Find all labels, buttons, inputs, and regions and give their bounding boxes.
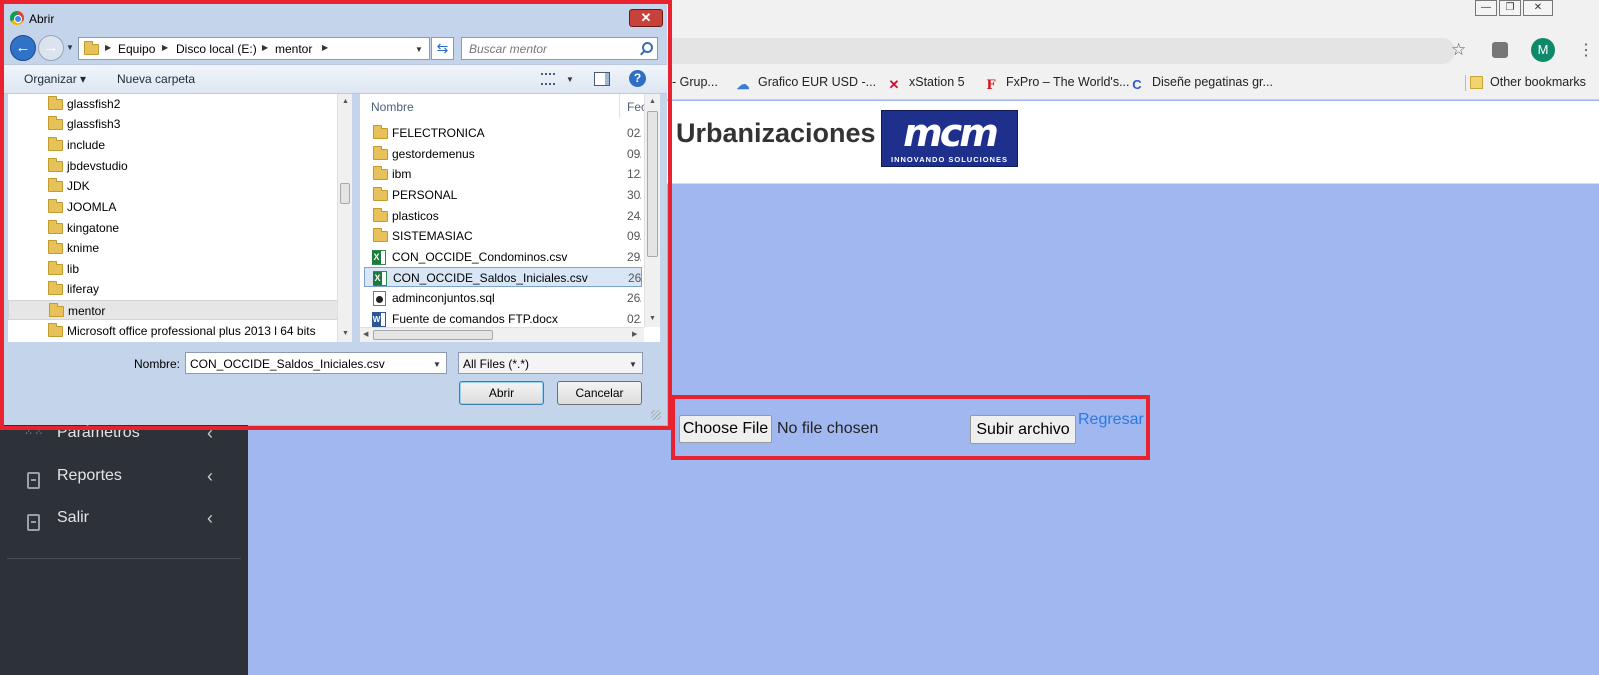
dialog-highlight-box bbox=[0, 0, 672, 430]
chevron-left-icon: ‹ bbox=[207, 466, 213, 486]
c-icon: C bbox=[1132, 77, 1142, 92]
other-bookmarks[interactable]: Other bookmarks bbox=[1470, 75, 1586, 89]
folder-icon bbox=[1470, 76, 1483, 89]
bookmark-label: FxPro – The World's... bbox=[1006, 75, 1130, 89]
document-icon bbox=[24, 510, 42, 531]
bookmark-label: - Grup... bbox=[672, 75, 718, 89]
company-logo: mcm INNOVANDO SOLUCIONES bbox=[881, 110, 1018, 167]
sidebar: ⁙⁙ Parámetros ‹ Reportes ‹ Salir ‹ bbox=[0, 423, 248, 675]
chevron-left-icon: ‹ bbox=[207, 508, 213, 528]
bookmark-star-icon[interactable]: ☆ bbox=[1451, 40, 1466, 60]
logo-tagline: INNOVANDO SOLUCIONES bbox=[891, 155, 1008, 164]
bookmark-label: xStation 5 bbox=[909, 75, 965, 89]
bookmark-grup[interactable]: - Grup... bbox=[672, 75, 718, 89]
file-status: No file chosen bbox=[777, 420, 879, 437]
upload-file-button[interactable]: Subir archivo bbox=[970, 415, 1076, 444]
f-icon: F bbox=[986, 78, 996, 93]
sidebar-divider bbox=[7, 558, 241, 559]
sidebar-item-label: Reportes bbox=[57, 467, 122, 484]
bookmark-disene-pegatinas[interactable]: C Diseñe pegatinas gr... bbox=[1129, 75, 1273, 93]
page-title: Urbanizaciones bbox=[676, 118, 876, 148]
back-link[interactable]: Regresar bbox=[1078, 411, 1144, 429]
window-close-button[interactable]: ✕ bbox=[1523, 0, 1553, 16]
menu-kebab-icon[interactable]: ⋮ bbox=[1578, 40, 1594, 60]
bookmark-label: Other bookmarks bbox=[1490, 75, 1586, 89]
minimize-button[interactable]: — bbox=[1475, 0, 1497, 16]
logo-mark: mcm bbox=[882, 113, 1017, 153]
choose-file-button[interactable]: Choose File bbox=[679, 415, 772, 443]
bookmark-label: Grafico EUR USD -... bbox=[758, 75, 877, 89]
bookmark-fxpro[interactable]: F FxPro – The World's... bbox=[983, 75, 1130, 94]
x-icon: ✕ bbox=[888, 77, 900, 92]
sidebar-item-reportes[interactable]: Reportes ‹ bbox=[24, 465, 224, 493]
cloud-icon: ☁ bbox=[736, 77, 750, 92]
bookmarks-separator bbox=[1465, 75, 1466, 91]
profile-avatar[interactable]: M bbox=[1531, 38, 1555, 62]
document-icon bbox=[24, 468, 42, 489]
bookmark-grafico-eur-usd[interactable]: ☁ Grafico EUR USD -... bbox=[735, 75, 877, 93]
bookmark-xstation[interactable]: ✕ xStation 5 bbox=[886, 75, 965, 93]
bookmark-label: Diseñe pegatinas gr... bbox=[1152, 75, 1273, 89]
extension-icon[interactable] bbox=[1492, 42, 1508, 58]
sidebar-item-label: Salir bbox=[57, 509, 90, 526]
maximize-button[interactable]: ❐ bbox=[1499, 0, 1521, 16]
sidebar-item-salir[interactable]: Salir ‹ bbox=[24, 507, 224, 535]
